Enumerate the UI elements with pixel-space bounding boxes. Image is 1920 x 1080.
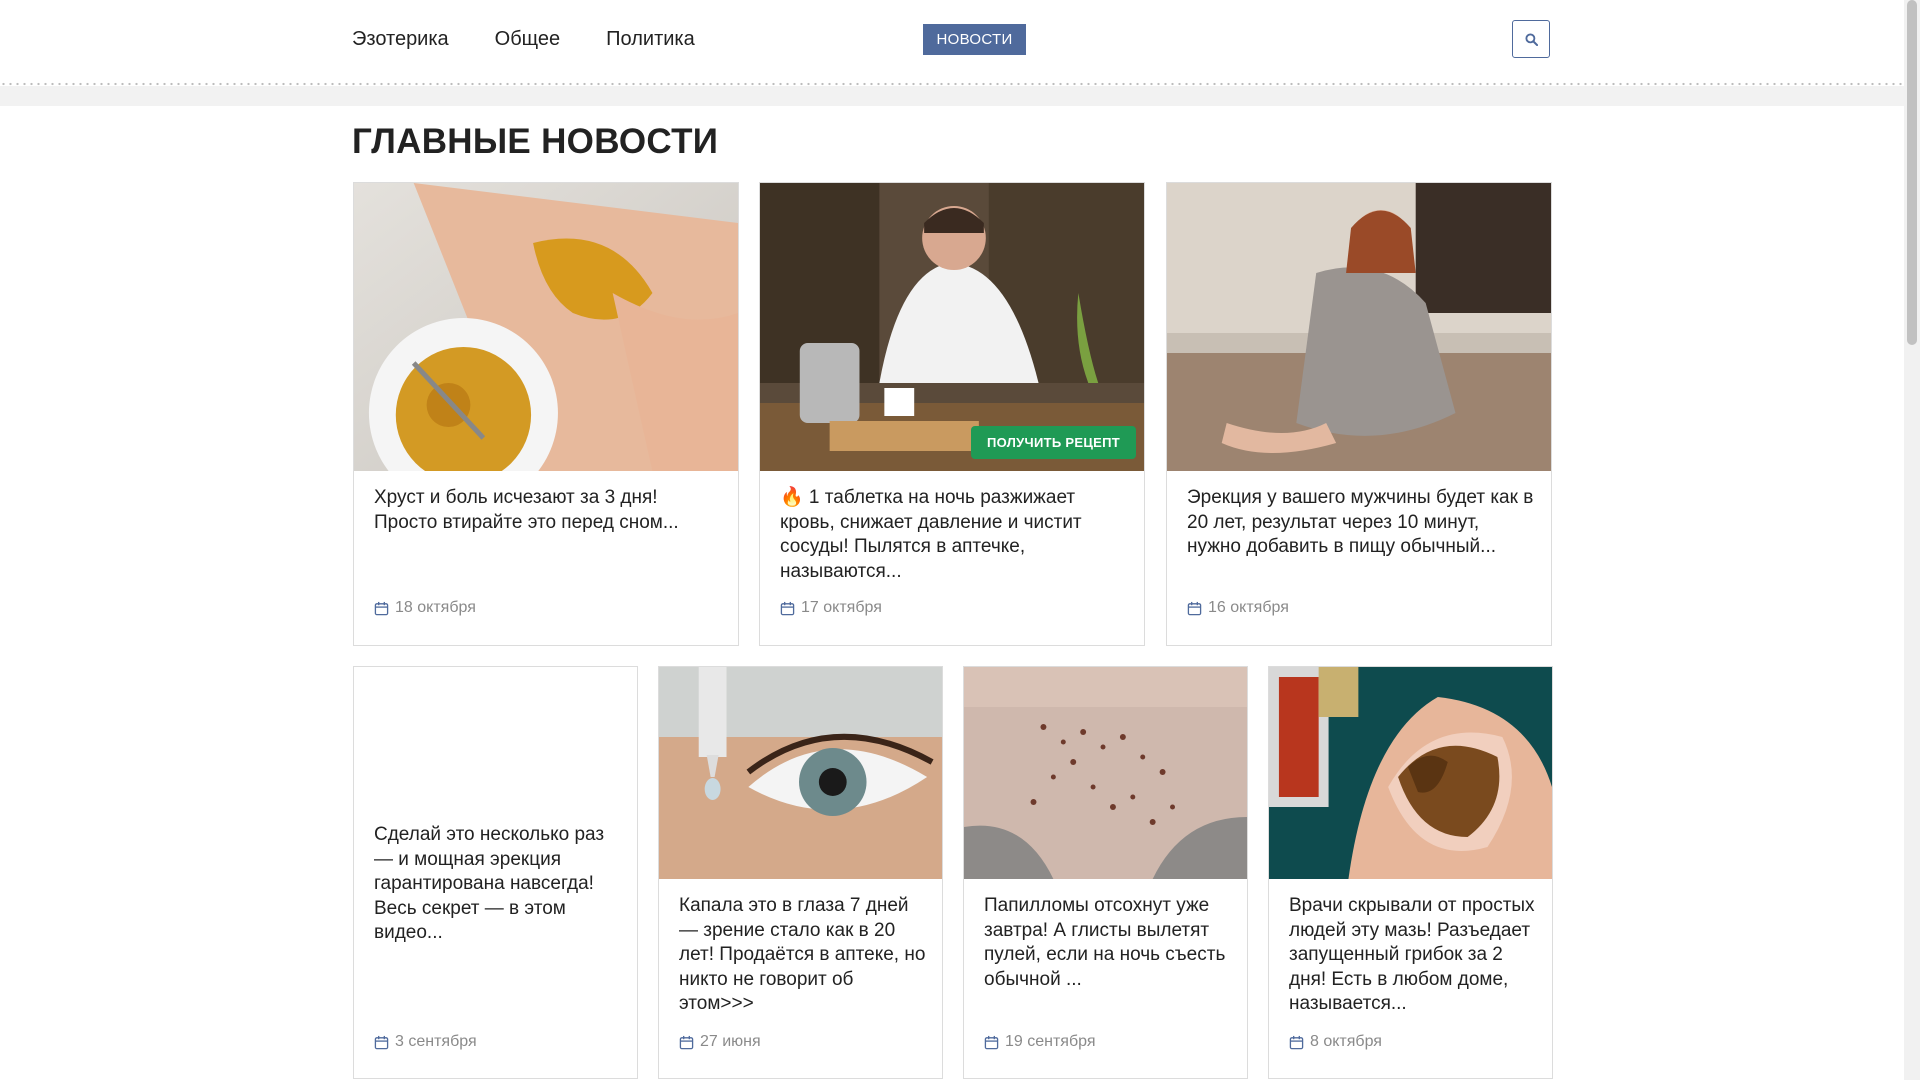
news-card-title[interactable]: Капала это в глаза 7 дней — зрение стало… [679,894,928,1017]
news-card-date: 18 октября [374,599,476,617]
news-card-image[interactable]: ПОЛУЧИТЬ РЕЦЕПТ [760,183,1144,471]
news-card-title[interactable]: Хруст и боль исчезают за 3 дня! Просто в… [374,486,724,535]
nav-item-politics[interactable]: Политика [606,28,695,51]
news-card-title[interactable]: 🔥 1 таблетка на ночь разжижает кровь, сн… [780,486,1130,584]
news-button[interactable]: НОВОСТИ [923,24,1026,55]
news-card-title[interactable]: Эрекция у вашего мужчины будет как в 20 … [1187,486,1537,560]
news-card-date-text: 17 октября [801,599,882,616]
news-card-date-text: 8 октября [1310,1033,1382,1050]
news-card-date-text: 19 сентября [1005,1033,1096,1050]
news-card[interactable]: Эрекция у вашего мужчины будет как в 20 … [1166,182,1552,646]
news-card-date-text: 27 июня [700,1033,761,1050]
news-card[interactable]: ПОЛУЧИТЬ РЕЦЕПТ 🔥 1 таблетка на ночь раз… [759,182,1145,646]
main-nav: Эзотерика Общее Политика [352,28,695,51]
news-card[interactable]: Капала это в глаза 7 дней — зрение стало… [658,666,943,1079]
site-header: Эзотерика Общее Политика НОВОСТИ [0,0,1904,88]
news-card-title[interactable]: Папилломы отсохнут уже завтра! А глисты … [984,894,1233,992]
calendar-icon [374,601,389,615]
news-card-date: 27 июня [679,1033,761,1051]
calendar-icon [780,601,795,615]
news-card-date: 16 октября [1187,599,1289,617]
news-card-date: 8 октября [1289,1033,1382,1051]
calendar-icon [1187,601,1202,615]
section-title: ГЛАВНЫЕ НОВОСТИ [352,122,719,161]
scrollbar-thumb[interactable] [1907,0,1917,345]
news-card[interactable]: Врачи скрывали от простых людей эту мазь… [1268,666,1553,1079]
news-card-title[interactable]: Врачи скрывали от простых людей эту мазь… [1289,894,1538,1017]
search-icon [1524,32,1538,46]
news-card-image[interactable] [1269,667,1552,879]
news-card-date: 17 октября [780,599,882,617]
calendar-icon [679,1035,694,1049]
news-card-image[interactable] [659,667,942,879]
calendar-icon [1289,1035,1304,1049]
news-card-image[interactable] [964,667,1247,879]
news-card-date-text: 16 октября [1208,599,1289,616]
news-card[interactable]: Папилломы отсохнут уже завтра! А глисты … [963,666,1248,1079]
news-card[interactable]: Сделай это несколько раз — и мощная эрек… [353,666,638,1079]
header-band [0,86,1904,106]
nav-item-general[interactable]: Общее [495,28,561,51]
nav-item-esoterica[interactable]: Эзотерика [352,28,449,51]
news-card-image[interactable] [1167,183,1551,471]
news-card-date-text: 18 октября [395,599,476,616]
news-card-image[interactable] [354,183,738,471]
search-button[interactable] [1512,20,1550,58]
news-card-date: 19 сентября [984,1033,1096,1051]
news-card-date: 3 сентября [374,1033,477,1051]
page-scrollbar[interactable] [1904,0,1920,1080]
news-card-date-text: 3 сентября [395,1033,477,1050]
news-card[interactable]: Хруст и боль исчезают за 3 дня! Просто в… [353,182,739,646]
calendar-icon [374,1035,389,1049]
calendar-icon [984,1035,999,1049]
get-recipe-button[interactable]: ПОЛУЧИТЬ РЕЦЕПТ [970,426,1136,459]
news-card-title[interactable]: Сделай это несколько раз — и мощная эрек… [374,823,623,946]
